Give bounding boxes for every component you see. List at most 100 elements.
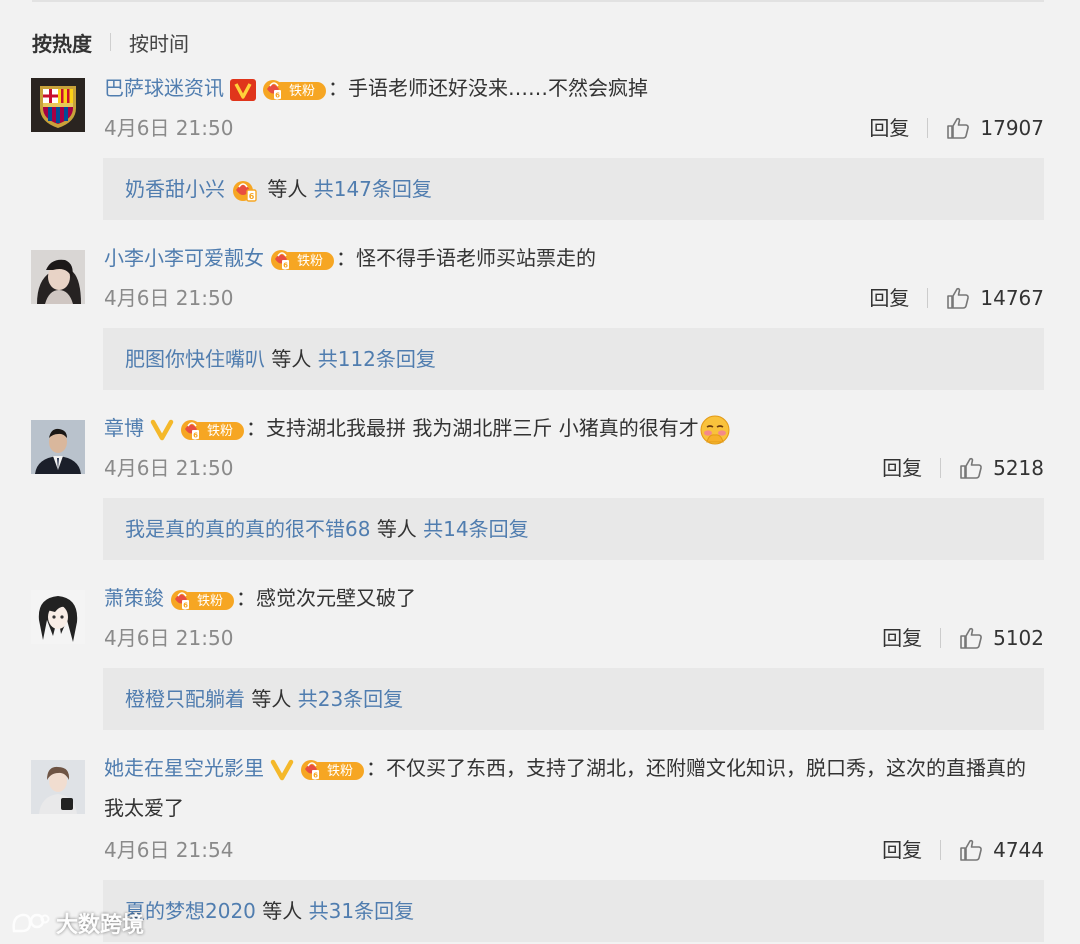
reply-button[interactable]: 回复 [882,835,922,865]
comment-timestamp: 4月6日 21:50 [104,286,234,310]
comment-text: 怪不得手语老师买站票走的 [356,246,596,270]
reply-preview-content: 我是真的真的真的很不错68 等人 共14条回复 [125,498,529,560]
reply-preview-mid: 等人 [271,347,312,371]
reply-preview-mid: 等人 [267,177,308,201]
reply-preview[interactable]: 夏的梦想2020 等人 共31条回复 [103,880,1044,942]
weibo-comments-page: 按热度 按时间 巴萨球迷资讯 6 铁粉 ：手语老师还好没来……不然会疯掉 4月6… [0,0,1080,944]
reply-preview-content: 肥图你快住嘴叭 等人 共112条回复 [125,328,436,390]
action-divider [927,288,929,308]
action-divider [940,458,942,478]
like-button[interactable]: 14767 [946,283,1044,313]
fan-badge-label: 铁粉 [327,764,353,779]
action-divider [927,118,929,138]
reply-preview[interactable]: 肥图你快住嘴叭 等人 共112条回复 [103,328,1044,390]
thumbs-up-icon [959,839,983,861]
like-button[interactable]: 4744 [959,835,1044,865]
comment-meta: 4月6日 21:50 回复 5102 [104,623,1044,653]
avatar[interactable] [31,760,85,814]
reply-preview-content: 橙橙只配躺着 等人 共23条回复 [125,668,403,730]
reply-preview-mid: 等人 [376,517,417,541]
comment-text: 感觉次元壁又破了 [256,586,416,610]
comment-meta: 4月6日 21:50 回复 5218 [104,453,1044,483]
comment-username[interactable]: 巴萨球迷资讯 [104,76,224,100]
shy-face-emoji-icon [699,414,731,446]
thumbs-up-icon [946,117,970,139]
reply-preview-total[interactable]: 共112条回复 [318,347,436,371]
reply-preview-total[interactable]: 共31条回复 [309,899,414,923]
fan-badge-label: 铁粉 [289,84,315,99]
reply-preview[interactable]: 我是真的真的真的很不错68 等人 共14条回复 [103,498,1044,560]
tab-sort-by-time[interactable]: 按时间 [129,28,189,57]
svg-text:6: 6 [183,601,188,609]
reply-preview-total[interactable]: 共14条回复 [423,517,528,541]
avatar[interactable] [31,78,85,132]
like-count: 5218 [993,456,1044,480]
comment-separator: ： [336,246,356,270]
avatar[interactable] [31,250,85,304]
watermark-text: 大数跨境 [56,913,145,938]
comment-username[interactable]: 她走在星空光影里 [104,756,264,780]
comment-separator: ： [246,416,266,440]
watermark: 大数跨境 [10,905,144,941]
thumbs-up-icon [959,457,983,479]
comment-actions: 回复 17907 [869,113,1044,143]
comment-content: 她走在星空光影里 6 铁粉 ：不仅买了东西，支持了湖北，还附赠文化知识，脱口秀，… [104,748,1044,828]
verified-badge-icon [150,419,174,441]
comment-timestamp: 4月6日 21:50 [104,456,234,480]
comment-meta: 4月6日 21:50 回复 17907 [104,113,1044,143]
fan-badge-icon: 6 铁粉 [170,588,234,612]
comment-content: 小李小李可爱靓女 6 铁粉 ：怪不得手语老师买站票走的 [104,238,1044,278]
svg-text:6: 6 [275,91,280,99]
tab-sort-by-hot[interactable]: 按热度 [32,28,92,57]
svg-text:6: 6 [283,261,288,269]
comment-content: 萧策鋑 6 铁粉 ：感觉次元壁又破了 [104,578,1044,618]
reply-preview-user[interactable]: 橙橙只配躺着 [125,687,245,711]
comment-separator: ： [366,756,386,780]
reply-button[interactable]: 回复 [869,113,909,143]
comment-text: 手语老师还好没来……不然会疯掉 [348,76,648,100]
like-button[interactable]: 5102 [959,623,1044,653]
reply-button[interactable]: 回复 [869,283,909,313]
comment-meta: 4月6日 21:54 回复 4744 [104,835,1044,865]
svg-text:6: 6 [249,192,255,201]
fan-badge-label: 铁粉 [207,424,233,439]
comment-username[interactable]: 小李小李可爱靓女 [104,246,264,270]
reply-preview-user[interactable]: 我是真的真的真的很不错68 [125,517,370,541]
reply-preview-user[interactable]: 奶香甜小兴 [125,177,225,201]
comment-actions: 回复 5218 [882,453,1044,483]
fan-badge-icon: 6 铁粉 [300,758,364,782]
reply-preview[interactable]: 橙橙只配躺着 等人 共23条回复 [103,668,1044,730]
thumbs-up-icon [946,287,970,309]
action-divider [940,840,942,860]
like-button[interactable]: 5218 [959,453,1044,483]
reply-preview-content: 奶香甜小兴 6 等人 共147条回复 [125,158,432,220]
fan-badge-icon: 6 铁粉 [180,418,244,442]
comment-actions: 回复 4744 [882,835,1044,865]
comment-username[interactable]: 萧策鋑 [104,586,164,610]
reply-preview-total[interactable]: 共23条回复 [298,687,403,711]
like-count: 4744 [993,838,1044,862]
reply-preview-user[interactable]: 夏的梦想2020 [125,899,256,923]
svg-text:6: 6 [313,771,318,779]
like-button[interactable]: 17907 [946,113,1044,143]
avatar[interactable] [31,420,85,474]
reply-button[interactable]: 回复 [882,453,922,483]
reply-button[interactable]: 回复 [882,623,922,653]
top-divider [32,0,1044,2]
comment-meta: 4月6日 21:50 回复 14767 [104,283,1044,313]
reply-preview-mid: 等人 [262,899,303,923]
like-count: 17907 [980,116,1044,140]
action-divider [940,628,942,648]
avatar[interactable] [31,590,85,644]
comment-timestamp: 4月6日 21:50 [104,116,234,140]
tab-divider [110,33,111,51]
reply-preview-user[interactable]: 肥图你快住嘴叭 [125,347,265,371]
comment-username[interactable]: 章博 [104,416,144,440]
comment-timestamp: 4月6日 21:50 [104,626,234,650]
reply-preview-total[interactable]: 共147条回复 [314,177,432,201]
comment-separator: ： [236,586,256,610]
dashu-logo-icon [10,909,50,937]
fan-badge-icon: 6 铁粉 [262,78,326,102]
reply-preview-content: 夏的梦想2020 等人 共31条回复 [125,880,414,942]
reply-preview[interactable]: 奶香甜小兴 6 等人 共147条回复 [103,158,1044,220]
